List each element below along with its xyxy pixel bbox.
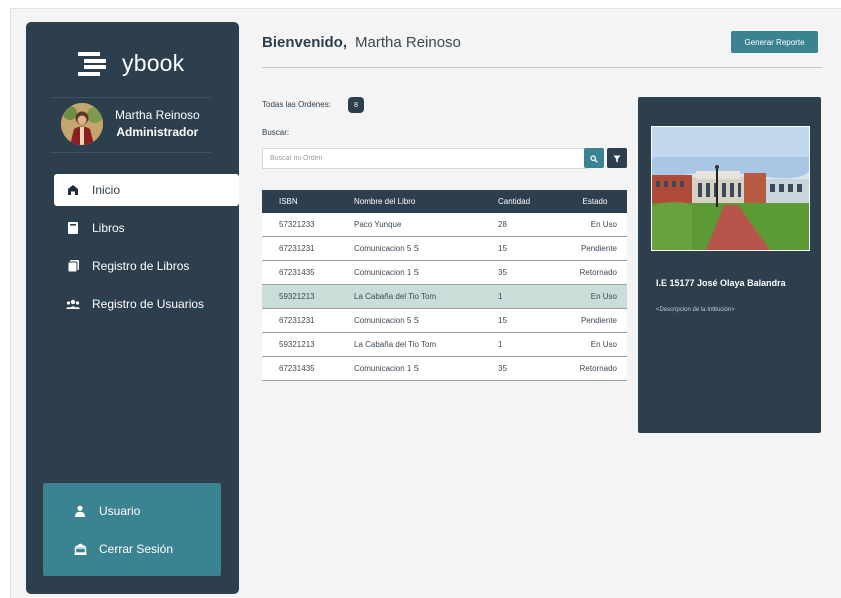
orders-table: ISBN Nombre del Libro Cantidad Estado 57… [262,190,627,381]
institution-description: <Descripcion de la Intitución> [656,307,735,313]
table-cell: 28 [497,213,562,237]
table-cell: En Uso [562,284,627,309]
sidebar: ybook Martha Reinoso Administrador Inici… [26,22,239,594]
institution-card: I.E 15177 José Olaya Balandra <Descripci… [638,97,821,433]
search-icon [590,151,598,166]
user-name: Martha Reinoso [115,108,200,122]
search-input[interactable] [262,148,588,169]
divider [50,97,212,98]
book-icon [66,221,80,235]
search-button[interactable] [584,148,604,168]
greeting-name: Martha Reinoso [355,34,461,51]
sidebar-item-label: Inicio [92,183,121,197]
table-cell: 15 [497,236,562,261]
institution-name: I.E 15177 José Olaya Balandra [656,278,786,288]
logout-icon [73,542,87,556]
table-cell: La Cabaña del Tio Tom [353,332,497,357]
brand[interactable]: ybook [78,50,184,77]
user-menu: Usuario Cerrar Sesión [43,483,221,576]
table-header-row: ISBN Nombre del Libro Cantidad Estado [262,190,627,213]
brand-name: ybook [122,50,185,76]
table-cell: La Cabaña del Tio Tom [353,284,497,309]
table-cell: Retornado [562,356,627,381]
column-header[interactable]: Estado [562,190,627,213]
logout-button-label: Cerrar Sesión [99,542,174,556]
column-header[interactable]: Nombre del Libro [353,190,497,213]
sidebar-item-label: Registro de Usuarios [92,297,205,311]
table-cell: Paco Yunque [353,213,497,237]
table-cell: Comunicacion 1 S [353,356,497,381]
table-row[interactable]: 67231231 Comunicacion 5 S 15 Pendiente [262,236,627,261]
table-row[interactable]: 67231435 Comunicacion 1 S 35 Retornado [262,356,627,381]
divider [50,152,212,153]
logo-icon [78,51,108,76]
user-button-label: Usuario [99,504,141,518]
greeting: Bienvenido, [262,34,348,51]
sidebar-item-inicio[interactable]: Inicio [54,174,239,206]
profile-text: Martha Reinoso Administrador [115,107,200,141]
sidebar-item-label: Libros [92,221,125,235]
table-row[interactable]: 57321233 Paco Yunque 28 En Uso [262,213,627,237]
table-cell: 1 [497,332,562,357]
user-button[interactable]: Usuario [73,504,140,518]
table-cell: 59321213 [262,332,353,357]
sidebar-item-label: Registro de Libros [92,259,190,273]
table-cell: 59321213 [262,284,353,309]
avatar [61,103,103,145]
table-cell: En Uso [562,332,627,357]
table-cell: Pendiente [562,236,627,261]
sidebar-item-registro-libros[interactable]: Registro de Libros [54,250,239,282]
table-body: 57321233 Paco Yunque 28 En Uso 67231231 Comun… [262,213,627,381]
table-row[interactable]: 67231435 Comunicacion 1 S 35 Retornado [262,260,627,285]
orders-label: Todas las Ordenes: [262,100,331,109]
table-cell: 35 [497,356,562,381]
filter-icon [613,151,621,166]
table-cell: Comunicacion 5 S [353,236,497,261]
table-cell: 67231231 [262,236,353,261]
table-cell: Comunicacion 5 S [353,308,497,333]
generate-report-button[interactable]: Generar Reporte [731,31,818,53]
table-cell: 67231435 [262,260,353,285]
sidebar-item-libros[interactable]: Libros [54,212,239,244]
page-title: Bienvenido, Martha Reinoso [262,34,461,51]
user-icon [73,504,87,518]
users-register-icon [66,297,80,311]
table-cell: 1 [497,284,562,309]
table-cell: 57321233 [262,213,353,237]
table-cell: Pendiente [562,308,627,333]
column-header[interactable]: Cantidad [497,190,562,213]
orders-count-badge: 8 [348,97,364,113]
table-cell: 35 [497,260,562,285]
filter-button[interactable] [607,148,627,168]
table-cell: Comunicacion 1 S [353,260,497,285]
table-cell: Retornado [562,260,627,285]
column-header[interactable]: ISBN [262,190,353,213]
user-profile: Martha Reinoso Administrador [61,103,200,145]
table-row[interactable]: 67231231 Comunicacion 5 S 15 Pendiente [262,308,627,333]
search-label: Buscar: [262,128,290,137]
user-role: Administrador [116,125,199,139]
table-cell: 67231231 [262,308,353,333]
table-cell: 67231435 [262,356,353,381]
table-row[interactable]: 59321213 La Cabaña del Tio Tom 1 En Uso [262,284,627,309]
home-icon [66,183,80,197]
sidebar-nav: Inicio Libros Registro de Libros Registr… [54,174,239,326]
table-cell: 15 [497,308,562,333]
institution-photo [651,126,810,251]
books-register-icon [66,259,80,273]
sidebar-item-registro-usuarios[interactable]: Registro de Usuarios [54,288,239,320]
table-row[interactable]: 59321213 La Cabaña del Tio Tom 1 En Uso [262,332,627,357]
table-cell: En Uso [562,213,627,237]
logout-button[interactable]: Cerrar Sesión [73,542,173,556]
header-divider [262,67,822,68]
